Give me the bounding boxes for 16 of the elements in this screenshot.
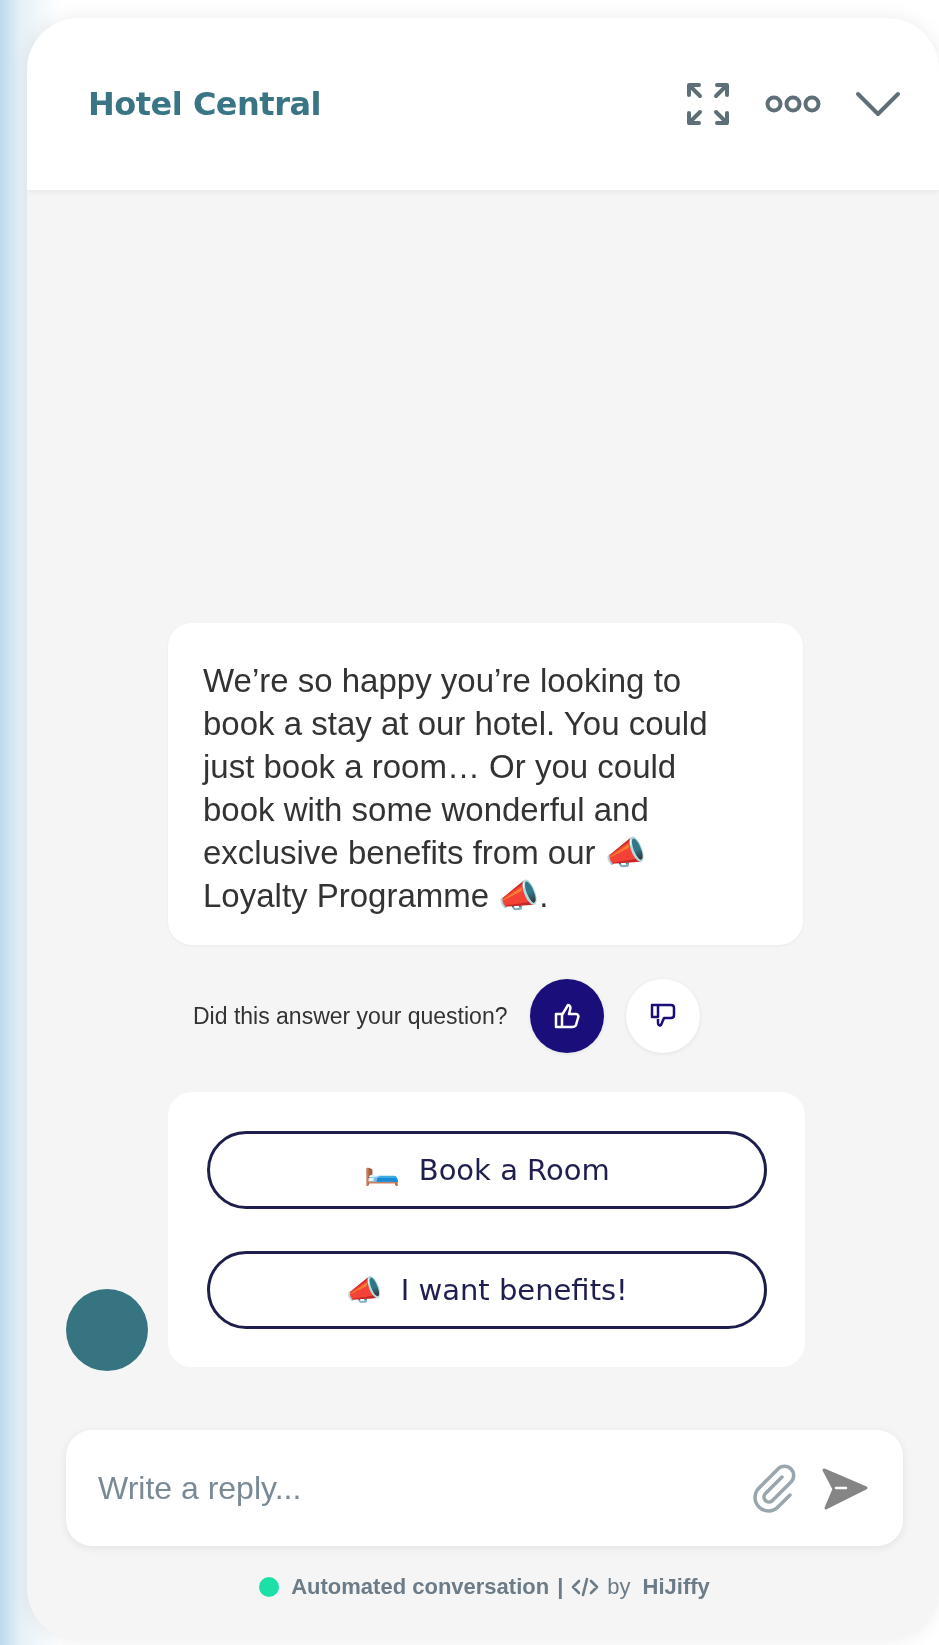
chat-title: Hotel Central bbox=[88, 85, 321, 123]
by-label: by bbox=[607, 1574, 631, 1600]
automated-label: Automated conversation bbox=[291, 1574, 550, 1600]
expand-icon[interactable] bbox=[685, 81, 731, 127]
separator-text: | bbox=[557, 1574, 564, 1600]
status-dot-icon bbox=[259, 1577, 280, 1597]
quick-reply-button[interactable]: 📣 I want benefits! bbox=[207, 1251, 767, 1329]
chevron-down-icon[interactable] bbox=[855, 91, 901, 117]
code-icon bbox=[571, 1577, 600, 1597]
reply-field[interactable]: Write a reply... bbox=[98, 1469, 728, 1507]
more-icon[interactable] bbox=[765, 94, 821, 114]
brand-link[interactable]: HiJiffy bbox=[642, 1574, 710, 1600]
quick-reply-button[interactable]: 🛏 Book a Room bbox=[207, 1131, 767, 1209]
feedback-question: Did this answer your question? bbox=[193, 1002, 508, 1030]
paperclip-icon[interactable] bbox=[752, 1463, 796, 1513]
message-bubble: We’re so happy you’re looking to book a stay at our hotel. You could just book a room… Or you could book with some wonderful and exclusive benefits from our 📣 Loyalty Programme 📣. bbox=[168, 623, 803, 945]
